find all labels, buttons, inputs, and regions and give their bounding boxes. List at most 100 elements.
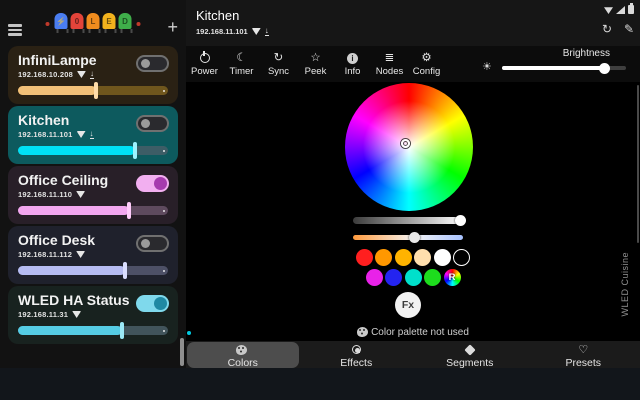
white-balance-slider-thumb[interactable] [408,232,420,243]
color-swatch-row-2: R [186,268,640,286]
scroll-indicator-dot [187,331,191,335]
wifi-icon [76,131,86,138]
cellular-status-icon [616,6,625,14]
color-swatch[interactable] [385,268,402,286]
power-icon [199,50,210,63]
palette-status-text: Color palette not used [371,327,469,338]
device-name: Office Desk [18,232,96,248]
brightness-control: Brightness ☀ [482,46,634,82]
page-title: Kitchen [196,8,240,23]
sync-icon: ↻ [273,52,284,64]
device-list-sidebar: ⚡ 0 L E D + InfiniLampe 192.168.10.208 ↓ Kit… [0,0,186,400]
device-power-toggle[interactable] [136,295,169,312]
slider-thumb[interactable] [122,262,127,279]
star-icon: ☆ [310,52,321,64]
device-power-toggle[interactable] [136,115,169,132]
wled-app-screen: ⚡ 0 L E D + InfiniLampe 192.168.10.208 ↓ Kit… [0,0,640,400]
timer-icon: ☾ [236,52,247,64]
device-card-kitchen[interactable]: Kitchen 192.168.11.101 ↓ [8,106,178,164]
device-power-toggle[interactable] [136,235,169,252]
device-ip: 192.168.11.110 [18,190,73,199]
device-ip: 192.168.11.101 [196,27,248,36]
wifi-icon [251,28,261,35]
slider-thumb[interactable] [94,82,98,99]
device-power-toggle[interactable] [136,175,169,192]
android-dock: ☎ M [0,368,640,400]
device-brightness-slider[interactable] [18,262,168,279]
device-card-office-ceiling[interactable]: Office Ceiling 192.168.11.110 ↓ [8,166,178,224]
color-swatch[interactable] [394,249,412,266]
battery-status-icon [628,3,634,14]
main-header: Kitchen 192.168.11.101 ↓ ↻ ✎ [186,0,640,46]
device-ip: 192.168.10.208 [18,70,73,79]
android-status-bar [604,3,634,14]
brightness-label: Brightness [562,48,610,59]
color-swatch[interactable] [414,249,432,266]
random-color-swatch[interactable]: R [443,268,461,286]
color-wheel-picker[interactable] [401,139,410,148]
color-swatch[interactable] [433,249,451,266]
device-card-office-desk[interactable]: Office Desk 192.168.11.112 ↓ [8,226,178,284]
main-scrollbar[interactable] [637,85,639,243]
heart-icon: ♡ [578,343,589,356]
tab-segments[interactable]: Segments [414,342,527,369]
sync-button[interactable]: ↻ Sync [260,51,297,77]
color-swatch[interactable] [404,268,422,286]
device-nickname-label: WLED Cuisine [620,252,630,317]
gear-icon: ⚙ [421,52,432,64]
sidebar-header: ⚡ 0 L E D + [0,0,186,46]
brightness-slider-thumb[interactable] [598,62,610,74]
color-swatch[interactable] [355,249,373,266]
slider-thumb[interactable] [119,322,124,339]
info-button[interactable]: i Info [334,51,371,77]
device-power-toggle[interactable] [136,55,169,72]
sun-icon: ☀ [482,61,492,73]
edit-icon[interactable]: ✎ [624,22,634,36]
fx-button[interactable]: Fx [395,292,421,318]
color-wheel[interactable] [345,83,473,211]
color-swatch[interactable] [375,249,393,266]
timer-button[interactable]: ☾ Timer [223,51,260,77]
update-available-icon: ↓ [264,26,269,36]
color-swatch[interactable] [424,268,441,286]
device-card-infinilampe[interactable]: InfiniLampe 192.168.10.208 ↓ [8,46,178,104]
sidebar-scrollbar[interactable] [180,338,184,366]
effects-icon [351,345,361,354]
device-control-panel: Kitchen 192.168.11.101 ↓ ↻ ✎ Power ☾ Tim… [186,0,640,400]
device-name: InfiniLampe [18,52,97,68]
white-balance-slider[interactable] [353,232,463,243]
device-ip: 192.168.11.112 [18,250,73,259]
tab-effects[interactable]: Effects [300,342,413,369]
slider-thumb[interactable] [127,202,131,219]
menu-icon[interactable] [8,24,22,38]
slider-thumb[interactable] [132,142,137,159]
device-brightness-slider[interactable] [18,142,168,159]
led-logo-glyph: ⚡ [54,13,69,33]
peek-button[interactable]: ☆ Peek [297,51,334,77]
device-ip: 192.168.11.31 [18,310,69,319]
tab-bar: Colors Effects Segments ♡ Presets [186,341,640,369]
tab-colors[interactable]: Colors [186,341,299,369]
nodes-button[interactable]: ≣ Nodes [371,51,408,77]
device-name: WLED HA Status [18,292,130,308]
add-device-button[interactable]: + [167,18,178,36]
device-brightness-slider[interactable] [18,82,168,99]
config-button[interactable]: ⚙ Config [408,51,445,77]
color-swatch[interactable] [453,249,471,266]
led-logo-glyph: L [86,13,101,33]
wifi-icon [76,191,86,198]
brightness-slider[interactable] [502,62,626,74]
value-slider-thumb[interactable] [454,215,466,226]
wifi-icon [72,311,82,318]
color-swatch[interactable] [365,268,383,286]
device-brightness-slider[interactable] [18,202,168,219]
palette-icon [357,327,369,337]
value-slider[interactable] [353,215,466,226]
power-button[interactable]: Power [186,50,223,77]
device-ip: 192.168.11.101 [18,130,73,139]
tab-presets[interactable]: ♡ Presets [527,342,640,369]
device-brightness-slider[interactable] [18,322,168,339]
device-card-wled-ha-status[interactable]: WLED HA Status 192.168.11.31 ↓ [8,286,178,344]
refresh-icon[interactable]: ↻ [602,22,612,36]
device-name: Office Ceiling [18,172,109,188]
